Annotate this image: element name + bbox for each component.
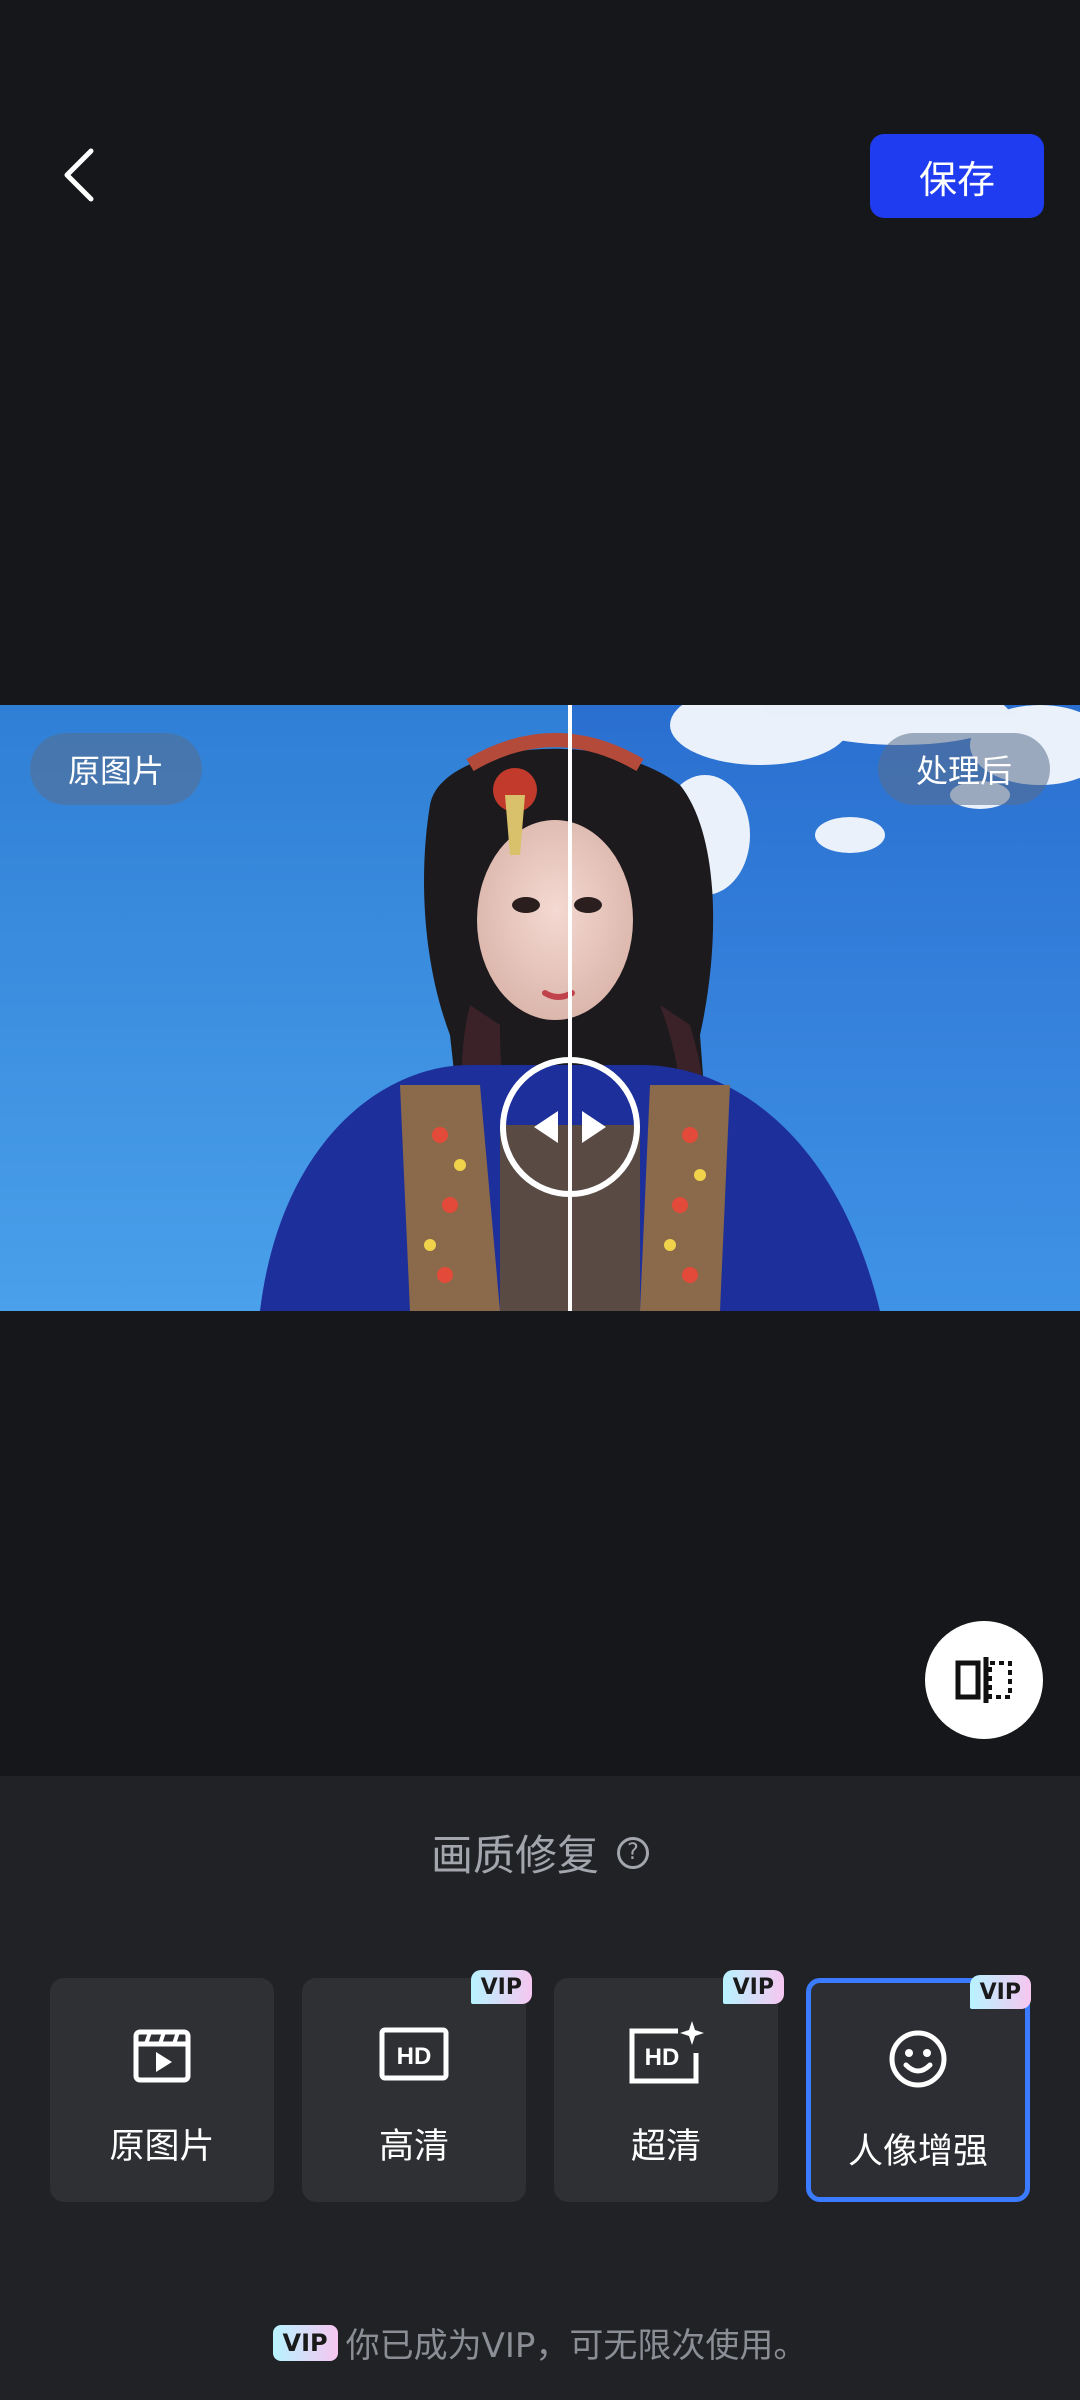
option-original[interactable]: 原图片 xyxy=(50,1978,274,2202)
compare-toggle-icon xyxy=(955,1657,1012,1703)
option-label: 高清 xyxy=(378,2127,449,2167)
compare-handle[interactable] xyxy=(500,1057,640,1197)
chevron-left-icon xyxy=(64,148,94,202)
video-clapper-icon xyxy=(133,2029,191,2083)
option-hd[interactable]: HD 高清 VIP xyxy=(302,1970,532,2202)
vip-badge: VIP xyxy=(470,1970,532,2004)
repair-options: 原图片 HD 高清 VIP HD 超清 VIP 人像增强 VIP xyxy=(50,1970,1034,2202)
option-label: 超清 xyxy=(630,2127,701,2167)
svg-text:HD: HD xyxy=(645,2044,680,2071)
option-label: 原图片 xyxy=(109,2127,215,2167)
processed-label: 处理后 xyxy=(877,733,1050,805)
before-after-comparison[interactable]: 原图片 处理后 xyxy=(0,705,1080,1311)
svg-text:HD: HD xyxy=(397,2043,432,2070)
original-label: 原图片 xyxy=(30,733,203,805)
vip-tag: VIP xyxy=(272,2324,338,2361)
vip-badge: VIP xyxy=(722,1970,784,2004)
option-icon-wrap: HD xyxy=(554,2018,778,2090)
option-icon-wrap: HD xyxy=(302,2018,526,2090)
option-portrait-enhance[interactable]: 人像增强 VIP xyxy=(806,1975,1031,2202)
panel-title-text: 画质修复 xyxy=(430,1831,599,1880)
vip-badge: VIP xyxy=(969,1975,1031,2009)
save-button[interactable]: 保存 xyxy=(870,134,1044,218)
option-super-hd[interactable]: HD 超清 VIP xyxy=(554,1970,784,2202)
question-circle-icon[interactable]: ? xyxy=(617,1836,649,1869)
option-label: 人像增强 xyxy=(847,2132,988,2172)
compare-divider[interactable] xyxy=(568,705,572,1311)
back-button[interactable] xyxy=(44,130,114,220)
smile-face-icon xyxy=(889,2030,947,2088)
split-arrows-icon xyxy=(534,1111,606,1143)
compare-toggle-button[interactable] xyxy=(925,1621,1043,1739)
hd-sparkle-icon: HD xyxy=(629,2021,704,2084)
panel-title: 画质修复 ? xyxy=(0,1822,1080,1883)
hd-icon: HD xyxy=(379,2027,449,2081)
option-icon-wrap xyxy=(811,2023,1025,2095)
vip-status-note: VIP 你已成为VIP，可无限次使用。 xyxy=(0,2318,1080,2367)
top-bar: 保存 xyxy=(0,0,1080,300)
quality-repair-panel: 画质修复 ? 原图片 HD 高清 VIP HD 超清 VIP 人像增强 VIP … xyxy=(0,1776,1080,2400)
option-icon-wrap xyxy=(50,2018,274,2090)
vip-status-text: 你已成为VIP，可无限次使用。 xyxy=(345,2326,808,2366)
